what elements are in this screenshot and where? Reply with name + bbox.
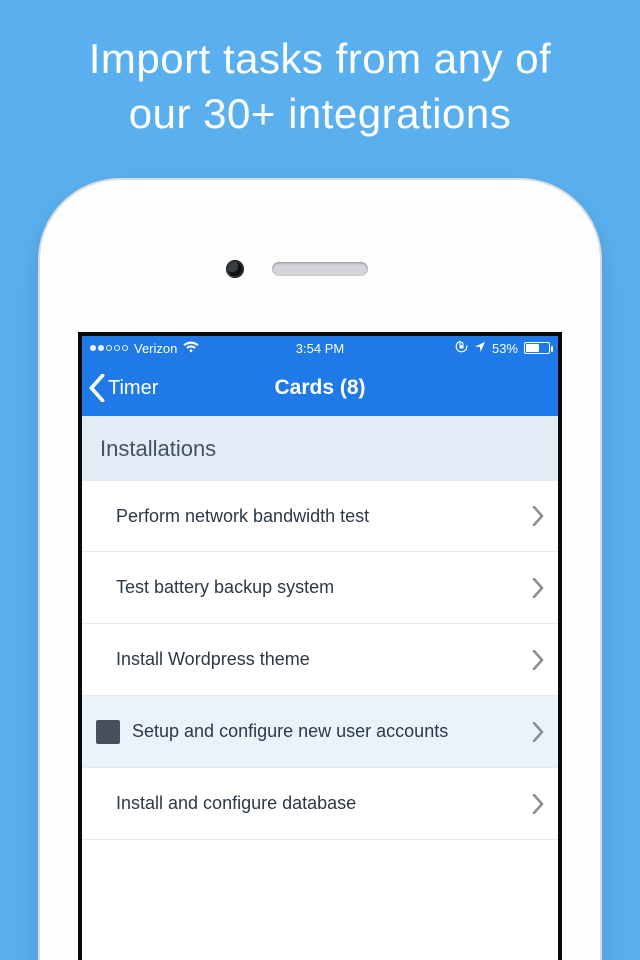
chevron-right-icon	[532, 650, 544, 670]
headline-line-2: our 30+ integrations	[129, 90, 511, 137]
phone-speaker	[272, 262, 368, 276]
card-list[interactable]: Perform network bandwidth test Test batte…	[82, 480, 558, 840]
battery-percent-label: 53%	[492, 341, 518, 356]
list-item[interactable]: Test battery backup system	[82, 552, 558, 624]
list-item-label: Perform network bandwidth test	[116, 506, 532, 527]
checkbox-icon[interactable]	[96, 720, 120, 744]
list-item-label: Install and configure database	[116, 793, 532, 814]
chevron-right-icon	[532, 722, 544, 742]
chevron-right-icon	[532, 578, 544, 598]
marketing-headline: Import tasks from any of our 30+ integra…	[0, 0, 640, 141]
list-item-label: Setup and configure new user accounts	[132, 721, 532, 742]
chevron-left-icon	[88, 374, 106, 402]
list-item[interactable]: Perform network bandwidth test	[82, 480, 558, 552]
headline-line-1: Import tasks from any of	[89, 35, 551, 82]
list-item[interactable]: Setup and configure new user accounts	[82, 696, 558, 768]
list-item-label: Install Wordpress theme	[116, 649, 532, 670]
chevron-right-icon	[532, 794, 544, 814]
phone-camera	[226, 260, 244, 278]
chevron-right-icon	[532, 506, 544, 526]
list-item-label: Test battery backup system	[116, 577, 532, 598]
back-button[interactable]: Timer	[82, 374, 158, 402]
phone-frame: Verizon 3:54 PM 53%	[40, 180, 600, 960]
wifi-icon	[183, 341, 199, 356]
section-header: Installations	[82, 416, 558, 480]
list-item[interactable]: Install and configure database	[82, 768, 558, 840]
signal-strength-icon	[90, 345, 128, 351]
carrier-label: Verizon	[134, 341, 177, 356]
phone-screen: Verizon 3:54 PM 53%	[78, 332, 562, 960]
location-icon	[474, 341, 486, 356]
nav-bar: Timer Cards (8)	[82, 360, 558, 416]
list-item[interactable]: Install Wordpress theme	[82, 624, 558, 696]
battery-icon	[524, 342, 550, 354]
status-bar: Verizon 3:54 PM 53%	[82, 336, 558, 360]
back-label: Timer	[108, 377, 158, 400]
orientation-lock-icon	[455, 340, 468, 356]
